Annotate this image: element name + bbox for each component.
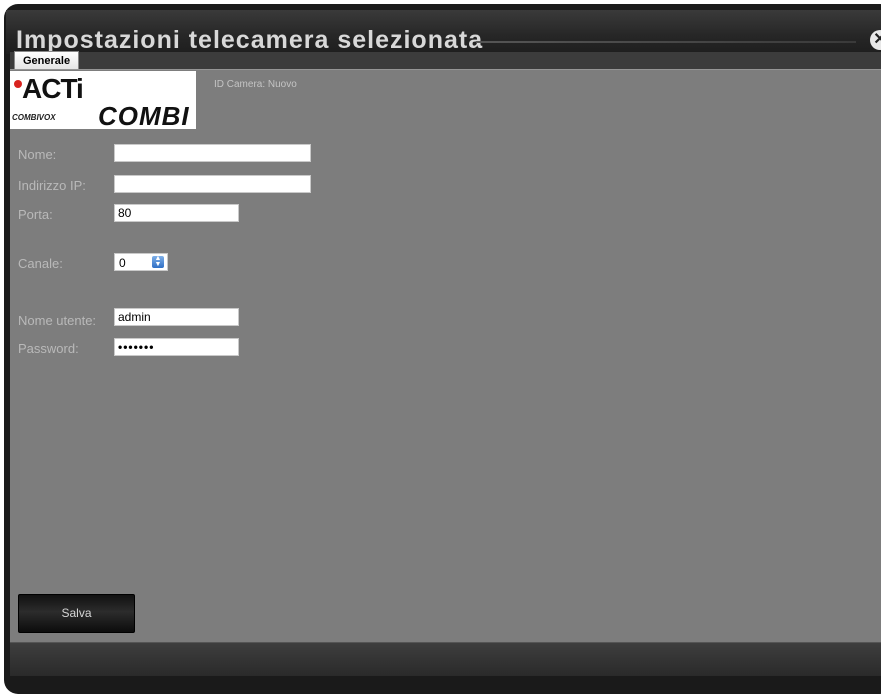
- channel-label: Canale:: [18, 256, 63, 271]
- username-label: Nome utente:: [18, 313, 97, 328]
- tab-generale[interactable]: Generale: [14, 51, 80, 70]
- ip-input[interactable]: [114, 175, 311, 193]
- channel-spinner[interactable]: 0 ▲ ▼: [114, 253, 168, 271]
- password-input[interactable]: [114, 338, 239, 356]
- name-label: Nome:: [18, 147, 57, 162]
- logo-combivox-text: COMBIVOX: [12, 113, 56, 122]
- close-icon[interactable]: ✕: [870, 30, 881, 50]
- port-input[interactable]: [114, 204, 239, 222]
- spinner-arrows-icon[interactable]: ▲ ▼: [152, 255, 164, 268]
- brand-logo: ACTi COMBIVOX COMBI: [10, 71, 196, 131]
- channel-value: 0: [119, 256, 126, 270]
- password-label: Password:: [18, 341, 79, 356]
- camera-id-label: ID Camera: Nuovo: [214, 79, 297, 90]
- footer-bar: [10, 642, 881, 676]
- logo-dot: [14, 80, 22, 88]
- window-title: Impostazioni telecamera selezionata: [16, 26, 484, 54]
- port-label: Porta:: [18, 207, 53, 222]
- save-button[interactable]: Salva: [18, 594, 135, 633]
- logo-combi-text: COMBI: [98, 101, 190, 131]
- title-bar: Impostazioni telecamera selezionata ✕: [6, 10, 881, 54]
- username-input[interactable]: [114, 308, 239, 326]
- name-input[interactable]: [114, 144, 311, 162]
- tab-strip: [10, 52, 881, 70]
- ip-label: Indirizzo IP:: [18, 178, 86, 193]
- title-divider: [476, 41, 856, 43]
- logo-acti-text: ACTi: [22, 73, 84, 104]
